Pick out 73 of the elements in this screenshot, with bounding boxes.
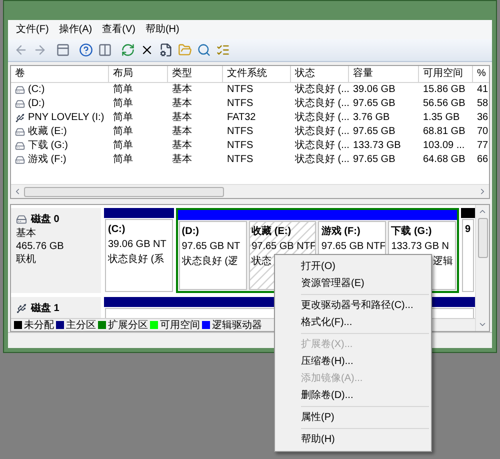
table-cell: NTFS	[227, 124, 254, 139]
partition-label: (D:)	[182, 225, 200, 240]
table-cell: 状态良好 (...	[295, 82, 349, 97]
table-cell: 简单	[113, 96, 133, 111]
table-cell: 状态良好 (...	[295, 110, 349, 125]
table-cell: 15.86 GB	[423, 82, 466, 97]
partition-info: 97.65 GB NTF	[321, 240, 386, 254]
table-cell: 39.06 GB	[353, 82, 396, 97]
partition-info: 133.73 GB N	[391, 240, 449, 254]
table-cell: 103.09 ...	[423, 138, 465, 153]
table-cell: 97.65 GB	[353, 152, 396, 167]
table-cell: NTFS	[227, 96, 254, 111]
partition-info: 97.65 GB NT	[182, 240, 240, 254]
legend-label: 可用空间	[160, 318, 200, 332]
legend-label: 逻辑驱动器	[212, 318, 262, 332]
disk-detail: 基本	[16, 227, 37, 240]
table-cell: 状态良好 (...	[295, 124, 349, 139]
table-cell: 收藏 (E:)	[28, 124, 67, 139]
table-cell: PNY LOVELY (I:)	[28, 110, 104, 125]
table-cell: 基本	[172, 138, 192, 153]
table-cell: 基本	[172, 96, 192, 111]
legend-label: 未分配	[24, 318, 54, 332]
table-cell: 基本	[172, 152, 192, 167]
table-cell: 97.65 GB	[353, 96, 396, 111]
table-cell: 41	[477, 82, 488, 97]
partition-info: 状态良好 (系	[108, 253, 164, 268]
partition-label: 9	[465, 223, 471, 238]
table-cell: 简单	[113, 124, 133, 139]
table-cell: 游戏 (F:)	[28, 152, 66, 167]
table-cell: 基本	[172, 124, 192, 139]
table-cell: 基本	[172, 110, 192, 125]
table-cell: 3.76 GB	[353, 110, 390, 125]
table-cell: 64.68 GB	[423, 152, 466, 167]
table-cell: 简单	[113, 82, 133, 97]
partition-info: 97.65 GB NTF	[252, 240, 316, 254]
table-cell: 97.65 GB	[353, 124, 396, 139]
table-cell: 66	[477, 152, 488, 167]
disk-detail: 联机	[16, 253, 37, 266]
partition-label: 收藏 (E:)	[252, 225, 292, 240]
table-cell: FAT32	[227, 110, 256, 125]
legend-label: 主分区	[66, 318, 96, 332]
partition-info: 逻辑	[432, 255, 453, 270]
legend-label: 扩展分区	[108, 318, 148, 332]
table-cell: NTFS	[227, 152, 254, 167]
table-cell: 36	[477, 110, 488, 125]
table-cell: 简单	[113, 110, 133, 125]
table-cell: 状态良好 (...	[295, 152, 349, 167]
table-cell: NTFS	[227, 82, 254, 97]
disk-detail: 465.76 GB	[16, 240, 65, 254]
table-cell: 68.81 GB	[423, 124, 466, 139]
partition-info: 状态	[252, 255, 272, 270]
table-cell: 58	[477, 96, 488, 111]
disk-name: 磁盘 1	[31, 302, 60, 316]
table-cell: 状态良好 (...	[295, 138, 349, 153]
table-cell: (C:)	[28, 82, 45, 97]
table-cell: 70	[477, 124, 488, 139]
table-cell: 基本	[172, 82, 192, 97]
table-cell: 状态良好 (...	[295, 96, 349, 111]
table-cell: (D:)	[28, 96, 45, 111]
partition-label: 下载 (G:)	[391, 225, 432, 240]
partition-info: 状态良好 (逻	[182, 255, 238, 270]
table-cell: 简单	[113, 138, 133, 153]
table-cell: NTFS	[227, 138, 254, 153]
table-cell: 56.56 GB	[423, 96, 466, 111]
partition-label: (C:)	[108, 223, 126, 238]
table-cell: 简单	[113, 152, 133, 167]
partition-info: 39.06 GB NT	[108, 238, 166, 252]
table-cell: 77	[477, 138, 488, 153]
table-cell: 133.73 GB	[353, 138, 401, 153]
partition-label: 游戏 (F:)	[321, 225, 360, 240]
disk-name: 磁盘 0	[31, 212, 60, 228]
table-cell: 下载 (G:)	[28, 138, 68, 153]
table-cell: 1.35 GB	[423, 110, 460, 125]
